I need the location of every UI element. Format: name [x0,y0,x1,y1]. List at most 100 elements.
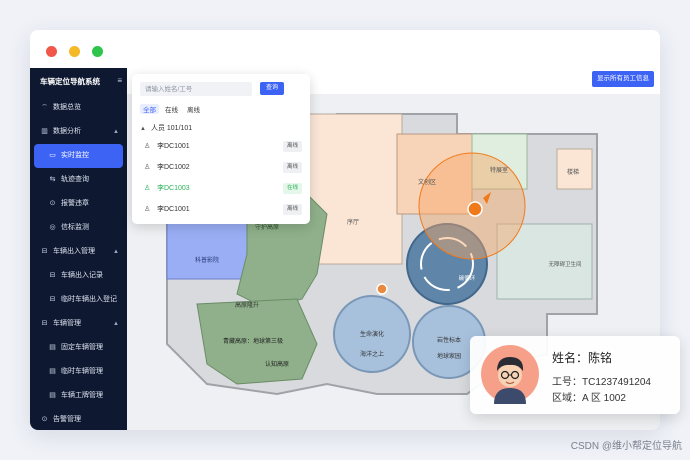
chevron-up-icon: ▲ [113,321,119,327]
sidebar-item-label: 实时监控 [61,152,89,159]
sidebar-item-3[interactable]: ⇆ 轨迹查询 [30,168,127,192]
staff-info-card: 姓名：陈铭 工号：TC1237491204 区域：A 区 1002 [470,336,680,414]
car-icon: ⊟ [49,272,56,279]
group-header[interactable]: ▲ 人员 101/101 [140,123,192,133]
filter-tabs: 全部 在线 离线 [140,104,206,114]
filter-tab-1[interactable]: 在线 [162,104,181,114]
label-wc: 无障碍卫生间 [548,260,581,268]
car-icon: ⊟ [41,320,48,327]
sidebar-item-9[interactable]: ⊟ 车辆管理 ▲ [30,312,127,336]
person-name: 李DC1001 [157,206,190,213]
group-label: 人员 101/101 [150,125,193,132]
label-rock: 岩性标本 [437,336,461,344]
sidebar-item-0[interactable]: ⌔ 数据总览 [30,96,127,120]
monitor-icon: ▭ [49,152,56,159]
label-geo: 地球家园 [437,352,461,360]
person-name: 李DC1001 [157,143,190,150]
sidebar-item-1[interactable]: ▥ 数据分析 ▲ [30,120,127,144]
location-marker [467,201,483,217]
label-plateau-change: 高原隆升 [235,301,259,309]
person-name: 李DC1003 [157,185,190,192]
staff-id: 工号：TC1237491204 [552,377,651,388]
label-cinema: 科普影院 [195,256,219,264]
sidebar-item-10[interactable]: ▤ 固定车辆管理 [30,336,127,360]
label-special: 特展室 [490,166,508,174]
staff-area: 区域：A 区 1002 [552,393,626,404]
alarm-icon: ⊙ [49,200,56,207]
chevron-up-icon: ▲ [140,126,146,132]
status-badge: 离线 [282,141,302,152]
status-badge: 离线 [282,204,302,215]
sidebar-item-4[interactable]: ⊙ 报警违章 [30,192,127,216]
alarm-icon: ⊙ [41,416,48,423]
chevron-up-icon: ▲ [113,249,119,255]
search-panel: 查询 全部在线离线 ▲人员 101/101 ♙李DC1001离线♙李DC1002… [132,74,310,224]
person-name: 李DC1002 [157,164,190,171]
sidebar-item-label: 车辆管理 [53,320,81,327]
sidebar-item-label: 临时车辆出入登记 [61,296,117,303]
sidebar-item-label: 车辆工牌管理 [61,392,103,399]
car-icon: ⊟ [41,248,48,255]
label-stairs: 楼梯 [567,168,579,176]
chart-icon: ▥ [41,128,48,135]
label-life: 生命演化 [360,330,384,338]
status-badge: 在线 [282,183,302,194]
label-hall: 序厅 [347,218,359,226]
app-title-text: 车辆定位导航系统 [40,77,100,86]
sidebar-item-8[interactable]: ⊟ 临时车辆出入登记 [30,288,127,312]
user-icon: ♙ [144,143,151,150]
list-icon: ▤ [49,368,56,375]
user-icon: ♙ [144,185,151,192]
label-weather: 青藏高原：地球第三极 [223,337,283,345]
sidebar-item-11[interactable]: ▤ 临时车辆管理 [30,360,127,384]
sidebar-item-label: 数据总览 [53,104,81,111]
route-icon: ⇆ [49,176,56,183]
title-bar [30,30,660,66]
sidebar-nav: ⌔ 数据总览 ▥ 数据分析 ▲ ▭ 实时监控 ⇆ 轨迹查询 ⊙ 报警违章 ◎ 信标监测 ⊟ 车辆出入管理 ▲ ⊟… [30,96,127,430]
person-row[interactable]: ♙ 李DC1001 离线 [144,203,306,217]
sidebar: 车辆定位导航系统 ≡ ⌔ 数据总览 ▥ 数据分析 ▲ ▭ 实时监控 ⇆ 轨迹查询 ⊙ 报警违章 ◎ 信标… [30,68,127,430]
person-row[interactable]: ♙ 李DC1003 在线 [144,182,306,196]
sidebar-item-label: 车辆出入记录 [61,272,103,279]
wifi-icon: ⌔ [41,104,48,111]
label-sea: 海洋之上 [360,350,384,358]
beacon-icon: ◎ [49,224,56,231]
close-window-button[interactable] [46,46,57,57]
person-row[interactable]: ♙ 李DC1001 离线 [144,140,306,154]
user-icon: ♙ [144,206,151,213]
minimize-window-button[interactable] [69,46,80,57]
label-culture: 文创区 [418,178,436,186]
query-button[interactable]: 查询 [260,82,284,95]
watermark: CSDN @维小帮定位导航 [570,441,682,452]
sidebar-item-12[interactable]: ▤ 车辆工牌管理 [30,384,127,408]
label-cycle: 碳循环 [459,274,476,282]
sidebar-item-6[interactable]: ⊟ 车辆出入管理 ▲ [30,240,127,264]
menu-toggle-icon[interactable]: ≡ [117,76,122,85]
label-know: 认知高原 [265,360,289,368]
sidebar-item-5[interactable]: ◎ 信标监测 [30,216,127,240]
filter-tab-0[interactable]: 全部 [140,104,159,114]
chevron-up-icon: ▲ [113,129,119,135]
filter-tab-2[interactable]: 离线 [184,104,203,114]
show-all-staff-button[interactable]: 显示所有员工信息 [592,71,654,87]
maximize-window-button[interactable] [92,46,103,57]
avatar [481,345,539,404]
search-input[interactable] [140,82,252,96]
sidebar-item-13[interactable]: ⊙ 告警管理 [30,408,127,430]
sidebar-item-2[interactable]: ▭ 实时监控 [34,144,123,168]
sidebar-item-label: 车辆出入管理 [53,248,95,255]
sidebar-item-label: 报警违章 [61,200,89,207]
sidebar-item-label: 信标监测 [61,224,89,231]
label-guard: 守护高原 [255,223,279,231]
beacon-dot [376,283,388,295]
sidebar-item-label: 临时车辆管理 [61,368,103,375]
car-icon: ⊟ [49,296,56,303]
sidebar-item-label: 告警管理 [53,416,81,423]
user-icon: ♙ [144,164,151,171]
person-row[interactable]: ♙ 李DC1002 离线 [144,161,306,175]
staff-name: 姓名：陈铭 [552,351,613,365]
sidebar-item-7[interactable]: ⊟ 车辆出入记录 [30,264,127,288]
list-icon: ▤ [49,392,56,399]
status-badge: 离线 [282,162,302,173]
sidebar-item-label: 固定车辆管理 [61,344,103,351]
